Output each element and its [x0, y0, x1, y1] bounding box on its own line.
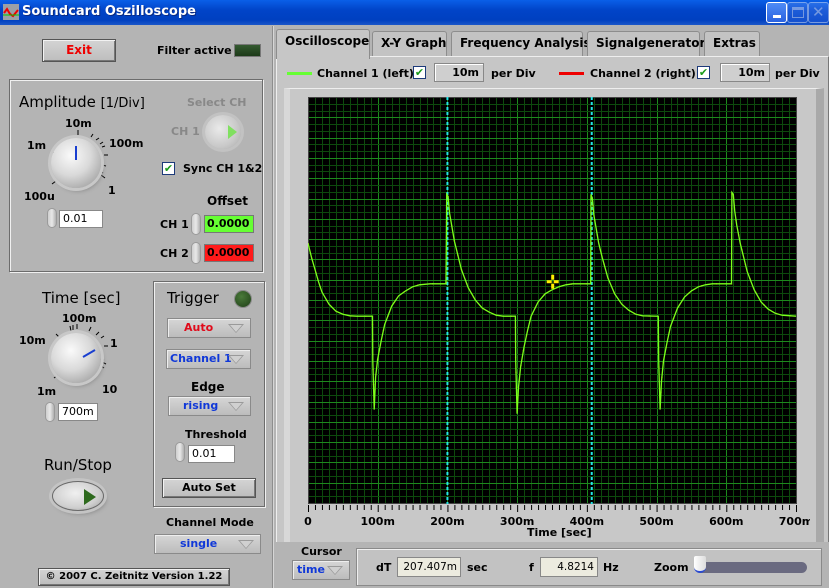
offset-ch1-input[interactable]: 0.0000 — [204, 215, 254, 233]
offset-ch1-spinner[interactable] — [191, 213, 201, 235]
exit-button[interactable]: Exit — [42, 39, 116, 62]
amplitude-spinner[interactable] — [47, 208, 57, 228]
ch1-label: Channel 1 (left) — [317, 67, 414, 80]
auto-set-button[interactable]: Auto Set — [162, 478, 256, 498]
amplitude-knob[interactable] — [51, 138, 101, 188]
trigger-source-dropdown[interactable]: Channel 1 — [166, 349, 251, 369]
cursor-mode-dropdown[interactable]: time — [292, 560, 350, 580]
tab-oscilloscope[interactable]: Oscilloscope — [276, 29, 370, 59]
channel-mode-dropdown[interactable]: single — [154, 534, 261, 554]
window-title: Soundcard Oszilloscope — [22, 4, 196, 19]
filter-active-label: Filter active — [157, 44, 232, 57]
threshold-spinner[interactable] — [175, 442, 185, 462]
channel-mode-value: single — [180, 537, 218, 550]
x-tick-label: 600m — [709, 515, 743, 528]
edge-value: rising — [183, 399, 219, 412]
chevron-down-icon — [327, 566, 343, 575]
x-tick-label: 0 — [304, 515, 312, 528]
chevron-down-icon — [238, 540, 254, 549]
tab-extras[interactable]: Extras — [704, 31, 760, 56]
f-value: 4.8214 — [540, 557, 598, 577]
offset-ch2-input[interactable]: 0.0000 — [204, 244, 254, 262]
chevron-down-icon — [228, 402, 244, 411]
amplitude-unit: [1/Div] — [100, 96, 145, 111]
dt-label: dT — [376, 561, 392, 574]
trigger-mode-value: Auto — [184, 321, 214, 334]
minimize-button[interactable] — [766, 2, 787, 23]
chevron-down-icon — [228, 355, 244, 364]
trigger-mode-dropdown[interactable]: Auto — [167, 318, 251, 338]
amplitude-title: Amplitude [1/Div] — [19, 93, 145, 111]
offset-ch1-label: CH 1 — [160, 218, 189, 231]
ch2-checkbox[interactable]: ✔ — [697, 66, 710, 79]
x-axis-label: Time [sec] — [527, 526, 592, 539]
run-stop-label: Run/Stop — [44, 456, 112, 474]
run-stop-button[interactable] — [52, 481, 104, 511]
edge-label: Edge — [191, 380, 225, 394]
cursor-label: Cursor — [301, 545, 342, 558]
dt-unit: sec — [467, 561, 488, 574]
trigger-title: Trigger — [167, 289, 219, 307]
amplitude-input[interactable]: 0.01 — [59, 210, 103, 228]
threshold-input[interactable]: 0.01 — [188, 445, 235, 463]
amplitude-knob-pointer — [75, 146, 77, 160]
f-label: f — [529, 561, 534, 574]
channel-mode-label: Channel Mode — [166, 516, 254, 529]
select-ch-button[interactable] — [205, 115, 241, 149]
dt-value: 207.407m — [397, 557, 461, 577]
zoom-slider-track[interactable] — [695, 562, 807, 573]
ch2-label: Channel 2 (right) — [590, 67, 696, 80]
time-knob-pointer — [82, 349, 96, 358]
minimize-icon — [773, 15, 781, 18]
panel-divider — [272, 26, 274, 588]
close-button[interactable]: ✕ — [808, 2, 829, 23]
offset-ch2-label: CH 2 — [160, 247, 189, 260]
ch1-legend-line — [287, 72, 312, 75]
trigger-source-value: Channel 1 — [170, 352, 232, 365]
ch1-per-div-input[interactable]: 10m — [434, 63, 484, 82]
cursor-mode-value: time — [297, 563, 325, 576]
f-unit: Hz — [603, 561, 619, 574]
threshold-label: Threshold — [185, 428, 247, 441]
edge-dropdown[interactable]: rising — [168, 396, 251, 416]
ch1-per-div-label: per Div — [491, 67, 536, 80]
tab-signalgenerator[interactable]: Signalgenerator — [587, 31, 705, 56]
oscilloscope-plot[interactable] — [308, 97, 797, 504]
tab-xy-graph[interactable]: X-Y Graph — [372, 31, 447, 56]
app-icon — [3, 4, 19, 20]
filter-led — [234, 44, 261, 57]
maximize-icon — [792, 7, 804, 18]
ch2-per-div-label: per Div — [775, 67, 820, 80]
trigger-panel — [153, 281, 265, 507]
select-ch-label: Select CH — [187, 96, 247, 109]
title-bar: Soundcard Oszilloscope ✕ — [0, 0, 829, 25]
select-ch-value: CH 1 — [171, 125, 200, 138]
tab-frequency-analysis[interactable]: Frequency Analysis — [451, 31, 591, 56]
ch2-legend-line — [559, 72, 584, 75]
chevron-down-icon — [228, 324, 244, 333]
play-icon — [84, 489, 96, 505]
sync-label: Sync CH 1&2 — [183, 162, 263, 175]
ch1-checkbox[interactable]: ✔ — [413, 66, 426, 79]
x-tick-label: 700m — [779, 515, 810, 528]
x-tick-label: 500m — [639, 515, 673, 528]
sync-checkbox[interactable]: ✔ — [162, 162, 175, 175]
x-tick-label: 100m — [360, 515, 394, 528]
zoom-label: Zoom — [654, 561, 689, 574]
amplitude-title-text: Amplitude — [19, 93, 96, 111]
x-tick-label: 200m — [430, 515, 464, 528]
maximize-button[interactable] — [787, 2, 808, 23]
time-title: Time [sec] — [42, 289, 121, 307]
offset-ch2-spinner[interactable] — [191, 242, 201, 264]
version-label: © 2007 C. Zeitnitz Version 1.22 — [38, 568, 230, 586]
ch2-per-div-input[interactable]: 10m — [720, 63, 770, 82]
close-icon: ✕ — [812, 3, 825, 21]
time-spinner[interactable] — [45, 402, 55, 422]
time-input[interactable]: 700m — [58, 403, 98, 421]
time-knob[interactable] — [51, 333, 101, 383]
zoom-slider-handle[interactable] — [694, 556, 706, 573]
select-ch-arrow-icon — [228, 125, 237, 139]
trigger-led — [235, 291, 251, 307]
offset-title: Offset — [207, 194, 248, 208]
